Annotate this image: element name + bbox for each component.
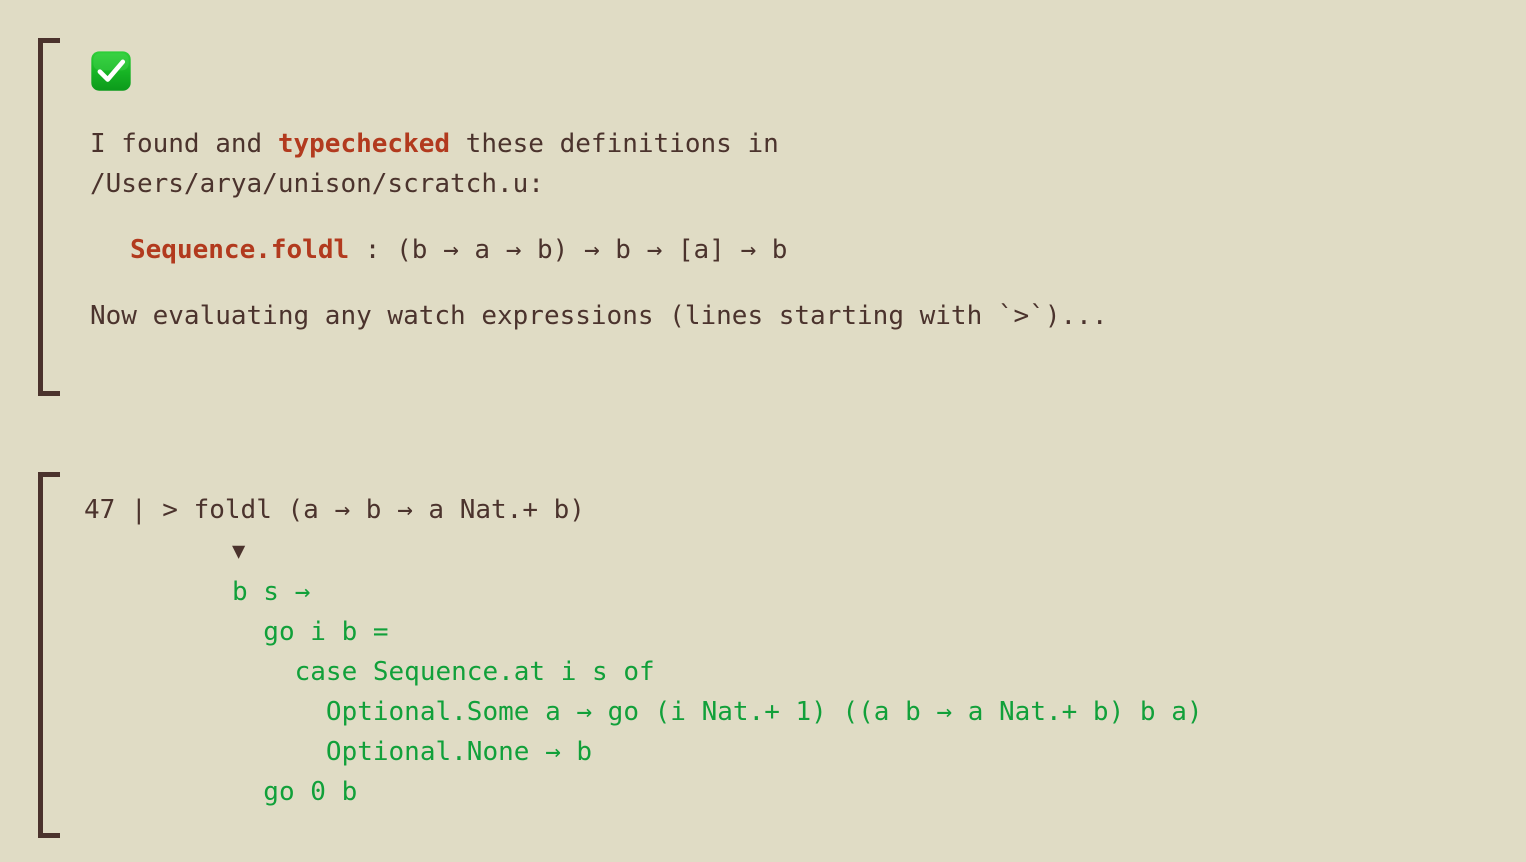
message-line-1: I found and typechecked these definition… [90, 124, 1526, 164]
block-bracket [38, 38, 70, 396]
message-text-part-2: these definitions in [450, 129, 779, 159]
white-check-mark-icon [91, 51, 131, 91]
result-line: Optional.Some a → go (i Nat.+ 1) ((a b →… [232, 697, 1203, 727]
bracket-stem [38, 472, 43, 838]
status-row [90, 38, 1526, 106]
watch-expression: foldl (a → b → a Nat.+ b) [193, 495, 585, 525]
line-separator: | [130, 495, 147, 525]
line-number: 47 [84, 495, 116, 525]
result-triangle-icon: ▼ [232, 539, 246, 564]
result-marker-row: ▼ [84, 530, 1526, 572]
result-line: go i b = [232, 617, 389, 647]
definition-type: : (b → a → b) → b → [a] → b [349, 235, 788, 265]
watch-prompt: > [162, 495, 178, 525]
message-text-part-1: I found and [90, 129, 278, 159]
result-line: Optional.None → b [232, 737, 593, 767]
definition-signature: Sequence.foldl : (b → a → b) → b → [a] →… [90, 230, 1526, 270]
evaluating-watches-message: Now evaluating any watch expressions (li… [90, 301, 1108, 331]
terminal-output: I found and typechecked these definition… [0, 0, 1526, 862]
watch-source-line: 47 | > foldl (a → b → a Nat.+ b) [84, 490, 1526, 530]
bracket-stem [38, 38, 43, 396]
bracket-arm-top [38, 38, 60, 43]
result-line: b s → [232, 577, 311, 607]
result-code-listing: b s → go i b = case Sequence.at i s of O… [84, 572, 1526, 812]
bracket-arm-bottom [38, 391, 60, 396]
result-line: case Sequence.at i s of [232, 657, 655, 687]
bracket-arm-bottom [38, 833, 60, 838]
block-body: I found and typechecked these definition… [90, 38, 1526, 336]
result-line: go 0 b [232, 777, 358, 807]
scratch-file-path: /Users/arya/unison/scratch.u: [90, 169, 544, 199]
bracket-arm-top [38, 472, 60, 477]
block-bracket [38, 472, 70, 838]
definition-name[interactable]: Sequence.foldl [130, 235, 349, 265]
block-body: 47 | > foldl (a → b → a Nat.+ b) ▼ b s →… [84, 472, 1526, 812]
typechecked-keyword: typechecked [277, 129, 451, 159]
typecheck-success-block: I found and typechecked these definition… [0, 38, 1526, 396]
watch-expression-block: 47 | > foldl (a → b → a Nat.+ b) ▼ b s →… [0, 472, 1526, 838]
